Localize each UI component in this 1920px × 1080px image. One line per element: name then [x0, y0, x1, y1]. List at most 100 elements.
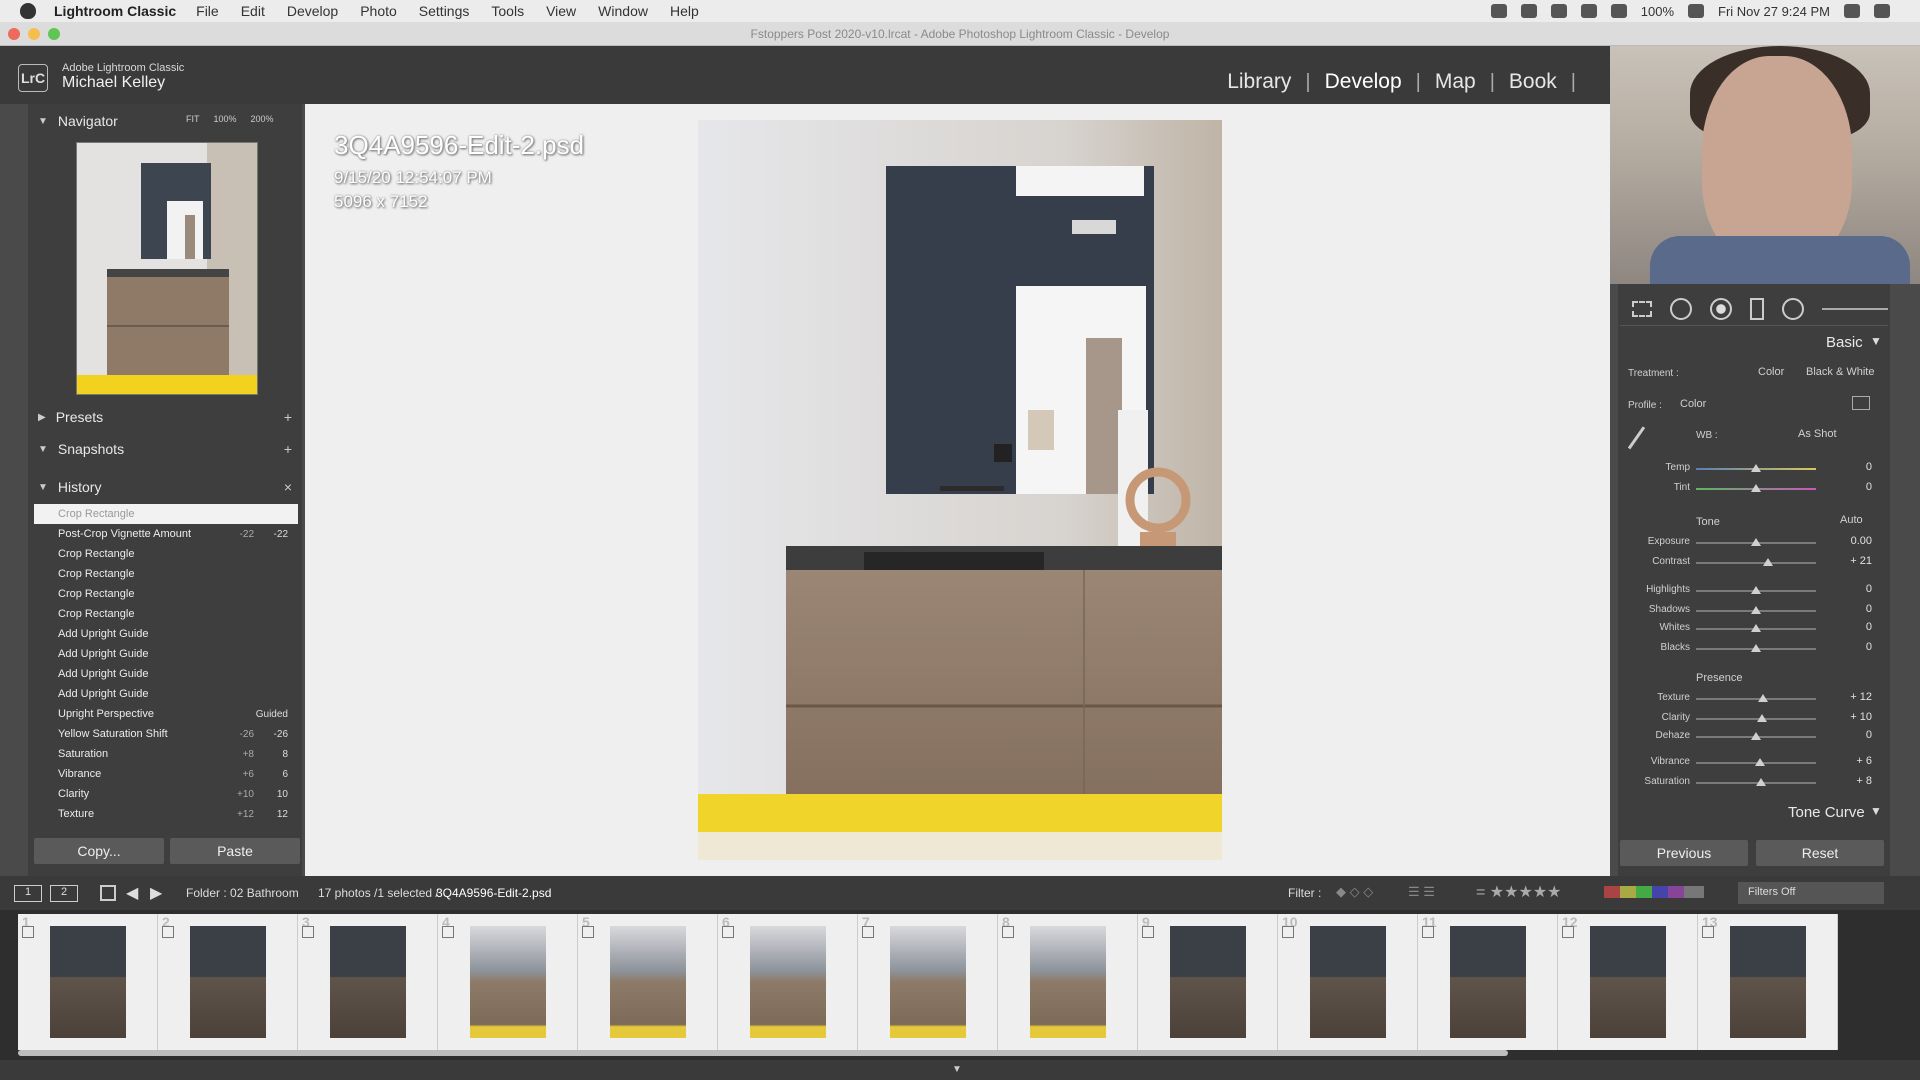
slider-value[interactable]: 0 — [1832, 461, 1872, 473]
siri-icon[interactable] — [1874, 4, 1890, 18]
adjustment-brush-icon[interactable] — [1822, 307, 1888, 310]
module-book[interactable]: Book — [1509, 70, 1557, 94]
filmstrip-thumbnail[interactable]: 2 — [158, 914, 298, 1050]
back-arrow-icon[interactable]: ◀ — [126, 883, 138, 903]
edit-badge-icon[interactable] — [1702, 926, 1714, 938]
main-window-button[interactable]: 1 — [14, 885, 42, 902]
filmstrip-scrollbar[interactable] — [18, 1050, 1508, 1056]
expand-triangle-icon[interactable]: ▼ — [1870, 804, 1882, 818]
treatment-black-white[interactable]: Black & White — [1806, 366, 1874, 378]
filmstrip-thumbnail[interactable]: 10 — [1278, 914, 1418, 1050]
slider-thumb[interactable] — [1751, 606, 1761, 614]
slider-value[interactable]: 0 — [1832, 583, 1872, 595]
zoom-window-button[interactable] — [48, 28, 60, 40]
history-item[interactable]: Add Upright Guide — [34, 664, 298, 684]
apple-icon[interactable] — [20, 3, 36, 19]
dropbox-icon[interactable] — [1520, 4, 1537, 18]
edit-badge-icon[interactable] — [302, 926, 314, 938]
history-item[interactable]: Upright Perspective Guided — [34, 704, 298, 724]
edit-badge-icon[interactable] — [722, 926, 734, 938]
grid-view-icon[interactable] — [100, 885, 116, 901]
red-eye-icon[interactable] — [1710, 297, 1732, 320]
edit-badge-icon[interactable] — [162, 926, 174, 938]
filmstrip-thumbnail[interactable]: 6 — [718, 914, 858, 1050]
volume-icon[interactable] — [1610, 4, 1627, 18]
edit-badge-icon[interactable] — [22, 926, 34, 938]
filmstrip-thumbnail[interactable]: 7 — [858, 914, 998, 1050]
slider-value[interactable]: + 12 — [1832, 691, 1872, 703]
slider-value[interactable]: 0 — [1832, 641, 1872, 653]
slider-value[interactable]: + 8 — [1832, 775, 1872, 787]
menu-file[interactable]: File — [196, 3, 219, 19]
history-item[interactable]: Add Upright Guide — [34, 644, 298, 664]
main-photo[interactable] — [698, 120, 1222, 860]
filmstrip-thumbnail[interactable]: 11 — [1418, 914, 1558, 1050]
rating-filter-stars[interactable]: = ★★★★★ — [1476, 882, 1562, 902]
edit-badge-icon[interactable] — [862, 926, 874, 938]
graduated-filter-icon[interactable] — [1750, 297, 1764, 320]
slider-thumb[interactable] — [1751, 624, 1761, 632]
filters-off-select[interactable]: Filters Off — [1738, 882, 1884, 904]
nav-100[interactable]: 100% — [214, 114, 237, 124]
treatment-color[interactable]: Color — [1758, 366, 1784, 378]
forward-arrow-icon[interactable]: ▶ — [150, 883, 162, 903]
slider-thumb[interactable] — [1757, 714, 1767, 722]
add-snapshot-icon[interactable]: + — [284, 441, 292, 457]
collapse-triangle-icon[interactable]: ▼ — [1870, 334, 1882, 348]
previous-button[interactable]: Previous — [1620, 840, 1748, 866]
edit-badge-icon[interactable] — [1422, 926, 1434, 938]
history-item[interactable]: Add Upright Guide — [34, 684, 298, 704]
slider-thumb[interactable] — [1751, 484, 1761, 492]
spot-removal-icon[interactable] — [1670, 297, 1692, 320]
slider-thumb[interactable] — [1751, 586, 1761, 594]
history-item[interactable]: Crop Rectangle — [34, 564, 298, 584]
clear-history-icon[interactable]: × — [284, 479, 292, 495]
creative-cloud-icon[interactable] — [1490, 4, 1507, 18]
module-map[interactable]: Map — [1435, 70, 1476, 94]
radial-filter-icon[interactable] — [1782, 297, 1804, 320]
show-filmstrip-triangle-icon[interactable]: ▼ — [952, 1064, 962, 1075]
paste-button[interactable]: Paste — [170, 838, 300, 864]
filmstrip-thumbnail[interactable]: 3 — [298, 914, 438, 1050]
menu-app-name[interactable]: Lightroom Classic — [54, 3, 176, 19]
airplay-icon[interactable] — [1550, 4, 1567, 18]
crop-tool-icon[interactable] — [1632, 300, 1652, 317]
close-window-button[interactable] — [8, 28, 20, 40]
tone-curve-title[interactable]: Tone Curve — [1788, 804, 1865, 821]
filmstrip-thumbnail[interactable]: 8 — [998, 914, 1138, 1050]
nav-200[interactable]: 200% — [251, 114, 274, 124]
history-item[interactable]: Texture +12 12 — [34, 804, 298, 824]
slider-track[interactable] — [1696, 562, 1816, 564]
slider-track[interactable] — [1696, 698, 1816, 700]
presets-header[interactable]: ▶ Presets + — [30, 404, 300, 430]
history-item[interactable]: Crop Rectangle — [34, 544, 298, 564]
search-icon[interactable] — [1844, 4, 1860, 18]
menu-photo[interactable]: Photo — [360, 3, 397, 19]
edit-badge-icon[interactable] — [1282, 926, 1294, 938]
menu-view[interactable]: View — [546, 3, 576, 19]
nav-fit[interactable]: FIT — [186, 114, 200, 124]
menu-develop[interactable]: Develop — [287, 3, 338, 19]
flag-filter-icons[interactable]: ◆ ◇ ◇ — [1336, 884, 1373, 900]
menu-help[interactable]: Help — [670, 3, 699, 19]
slider-value[interactable]: 0 — [1832, 481, 1872, 493]
filmstrip-thumbnail[interactable]: 13 — [1698, 914, 1838, 1050]
history-item[interactable]: Vibrance +6 6 — [34, 764, 298, 784]
slider-thumb[interactable] — [1755, 778, 1766, 786]
slider-thumb[interactable] — [1751, 538, 1761, 546]
module-library[interactable]: Library — [1227, 70, 1291, 94]
slider-track[interactable] — [1696, 718, 1816, 720]
slider-value[interactable]: + 10 — [1832, 711, 1872, 723]
slider-value[interactable]: 0.00 — [1832, 535, 1872, 547]
minimize-window-button[interactable] — [28, 28, 40, 40]
copy-button[interactable]: Copy... — [34, 838, 164, 864]
profile-select[interactable]: Color — [1680, 398, 1706, 410]
history-header[interactable]: ▼ History × — [30, 474, 300, 500]
snapshots-header[interactable]: ▼ Snapshots + — [30, 436, 300, 462]
history-item[interactable]: Saturation +8 8 — [34, 744, 298, 764]
folder-source[interactable]: Folder : 02 Bathroom — [186, 886, 299, 900]
filmstrip-thumbnail[interactable]: 12 — [1558, 914, 1698, 1050]
history-item[interactable]: Crop Rectangle — [34, 604, 298, 624]
edit-badge-icon[interactable] — [1142, 926, 1154, 938]
slider-value[interactable]: 0 — [1832, 603, 1872, 615]
